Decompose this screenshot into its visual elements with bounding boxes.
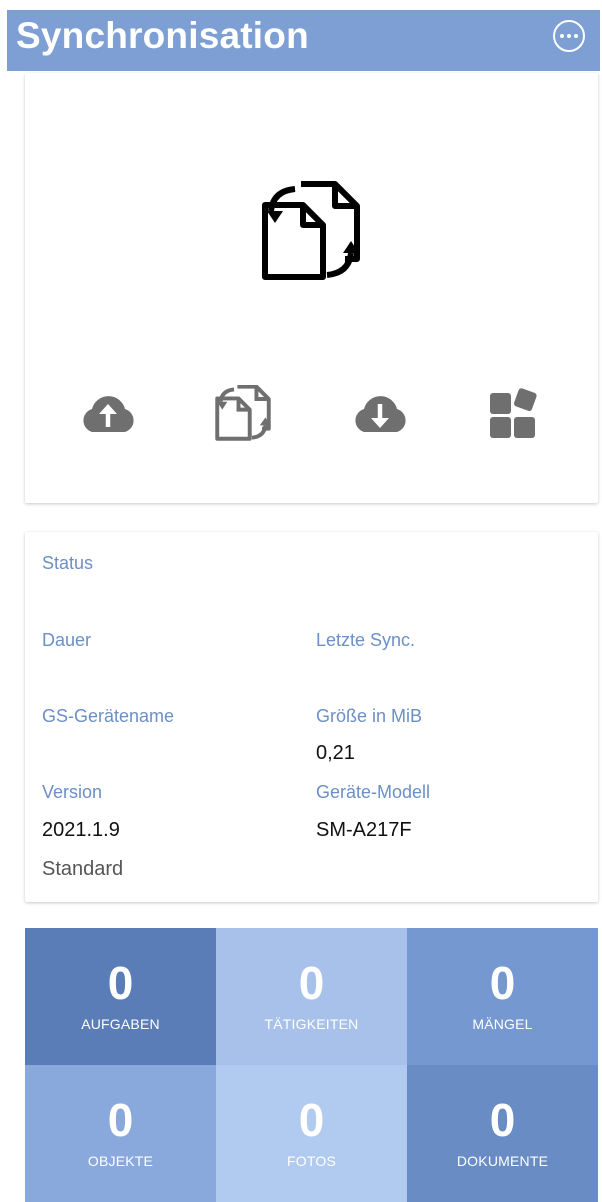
tile-dokumente[interactable]: 0 DOKUMENTE xyxy=(407,1065,598,1202)
version-label: Version xyxy=(42,782,103,802)
tile-label: MÄNGEL xyxy=(472,1016,533,1032)
tile-label: DOKUMENTE xyxy=(456,1153,549,1169)
status-label: Status xyxy=(42,553,94,573)
apps-action[interactable] xyxy=(480,383,550,443)
apps-icon xyxy=(490,388,537,438)
sync-card xyxy=(25,73,598,503)
more-options-icon[interactable] xyxy=(553,20,585,52)
size-value: 0,21 xyxy=(316,742,355,764)
file-sync-large-icon[interactable] xyxy=(261,181,361,286)
tile-taetigkeiten[interactable]: 0 TÄTIGKEITEN xyxy=(216,928,407,1065)
tile-label: TÄTIGKEITEN xyxy=(264,1016,359,1032)
tile-count: 0 xyxy=(107,957,134,1009)
page-title: Synchronisation xyxy=(16,15,309,56)
tile-label: OBJEKTE xyxy=(87,1153,154,1169)
download-action[interactable] xyxy=(345,383,415,443)
app-bar: Synchronisation xyxy=(7,10,600,71)
tile-label: FOTOS xyxy=(287,1153,336,1169)
tile-aufgaben[interactable]: 0 AUFGABEN xyxy=(25,928,216,1065)
tile-count: 0 xyxy=(489,957,516,1009)
duration-label: Dauer xyxy=(42,630,92,650)
tile-maengel[interactable]: 0 MÄNGEL xyxy=(407,928,598,1065)
cloud-download-icon xyxy=(355,396,406,432)
upload-action[interactable] xyxy=(73,383,143,443)
device-model-value: SM-A217F xyxy=(316,819,412,841)
last-sync-label: Letzte Sync. xyxy=(316,630,416,650)
tile-count: 0 xyxy=(107,1094,134,1146)
file-sync-action[interactable] xyxy=(208,383,278,443)
edition-value: Standard xyxy=(42,858,124,880)
tile-objekte[interactable]: 0 OBJEKTE xyxy=(25,1065,216,1202)
tile-count: 0 xyxy=(298,1094,325,1146)
summary-tiles: 0 AUFGABEN 0 TÄTIGKEITEN 0 MÄNGEL 0 OBJE… xyxy=(25,928,598,1202)
device-name-label: GS-Gerätename xyxy=(42,706,175,726)
tile-count: 0 xyxy=(489,1094,516,1146)
tile-fotos[interactable]: 0 FOTOS xyxy=(216,1065,407,1202)
file-sync-icon xyxy=(215,385,271,441)
version-value: 2021.1.9 xyxy=(42,819,120,841)
device-model-label: Geräte-Modell xyxy=(316,782,431,802)
size-label: Größe in MiB xyxy=(316,706,423,726)
tile-count: 0 xyxy=(298,957,325,1009)
cloud-upload-icon xyxy=(83,396,134,432)
info-card: Status Dauer Letzte Sync. GS-Gerätename … xyxy=(25,532,598,902)
tile-label: AUFGABEN xyxy=(81,1016,160,1032)
